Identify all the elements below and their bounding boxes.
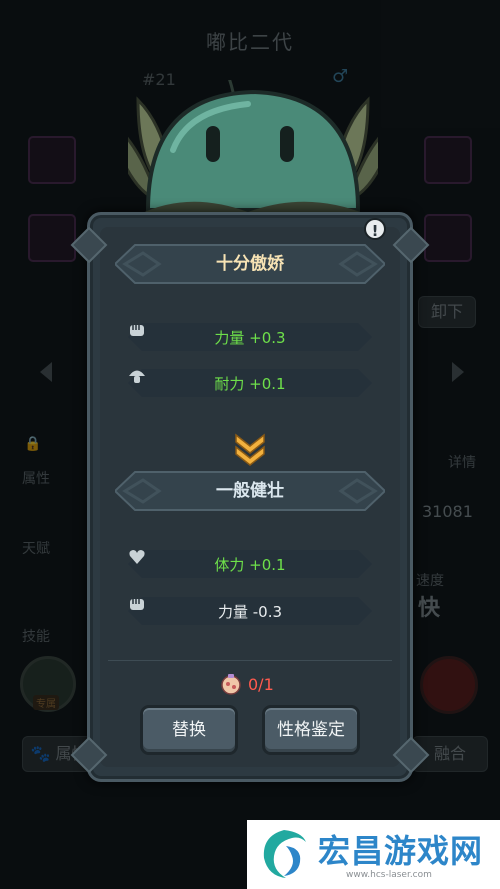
watermark-brand: 宏昌游戏网: [318, 832, 484, 870]
current-stat-text-2: 耐力 +0.1: [214, 374, 286, 393]
replace-button[interactable]: 替换: [140, 705, 238, 755]
divider: [108, 660, 392, 661]
mushroom-icon: [129, 370, 145, 383]
slime-creature-icon: [128, 80, 378, 230]
appraise-button[interactable]: 性格鉴定: [262, 705, 360, 755]
heart-icon: [129, 550, 145, 564]
current-stat-row-2: 耐力 +0.1: [128, 367, 372, 399]
appraisal-cost: 0/1: [220, 672, 274, 696]
current-trait-name: 十分傲娇: [216, 254, 284, 274]
new-stat-row-1: 体力 +0.1: [128, 548, 372, 580]
help-icon[interactable]: !: [364, 218, 386, 240]
current-stat-row-1: 力量 +0.3: [128, 321, 372, 353]
cost-text: 0/1: [248, 674, 274, 694]
new-trait-name: 一般健壮: [216, 481, 284, 501]
new-stat-text-1: 体力 +0.1: [214, 555, 286, 574]
chevron-down-icon: [235, 433, 265, 466]
new-trait-ribbon: 一般健壮: [115, 468, 385, 514]
current-stat-text-1: 力量 +0.3: [214, 328, 286, 347]
potion-icon: [221, 674, 241, 695]
new-stat-row-2: 力量 -0.3: [128, 595, 372, 627]
new-stat-text-2: 力量 -0.3: [217, 602, 283, 621]
watermark-url: www.hcs-laser.com: [346, 870, 432, 880]
dragon-logo-icon: [263, 830, 306, 878]
current-trait-ribbon: 十分傲娇: [115, 241, 385, 287]
fist-icon: [130, 599, 144, 610]
fist-icon: [130, 325, 144, 336]
